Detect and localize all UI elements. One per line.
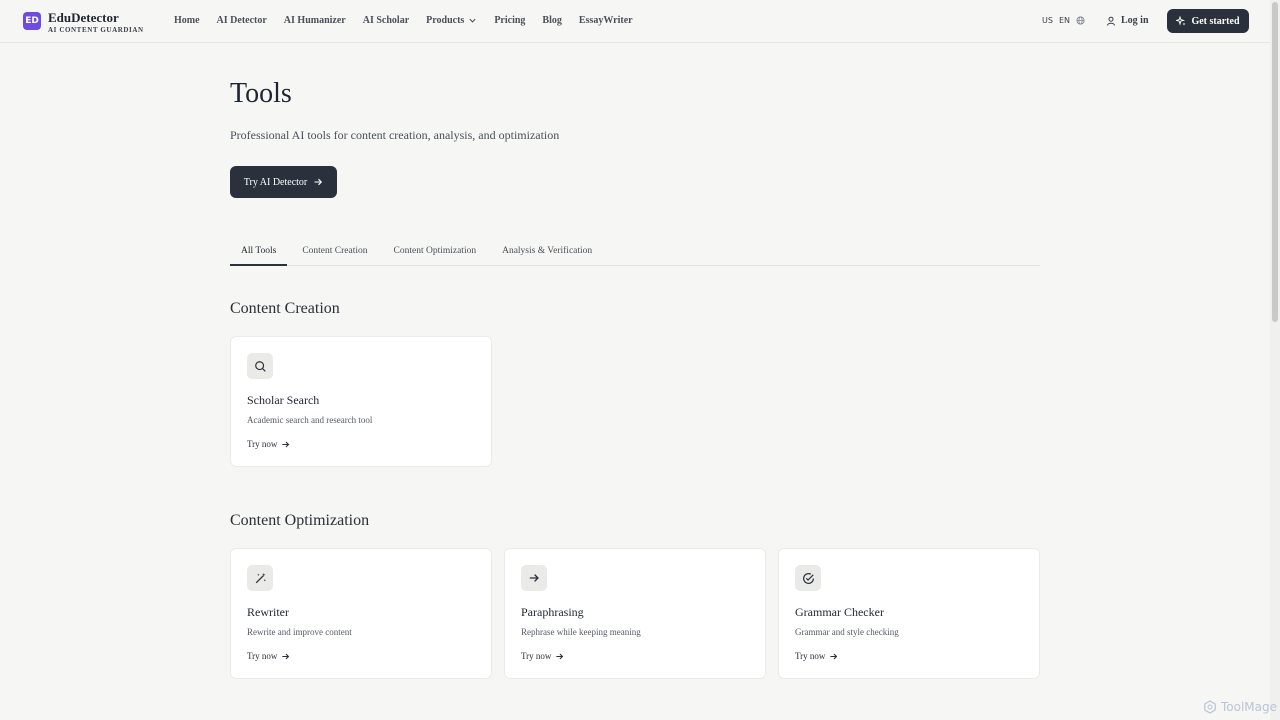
section-title-content-optimization: Content Optimization bbox=[230, 512, 370, 529]
card-description: Rewrite and improve content bbox=[247, 627, 352, 637]
nav-label: Blog bbox=[542, 15, 562, 26]
try-now-label: Try now bbox=[247, 439, 278, 449]
nav-ai-humanizer[interactable]: AI Humanizer bbox=[284, 15, 346, 26]
brand-tagline: AI CONTENT GUARDIAN bbox=[48, 26, 144, 34]
page-title: Tools bbox=[230, 78, 292, 109]
tool-card-paraphrasing[interactable]: Paraphrasing Rephrase while keeping mean… bbox=[504, 548, 766, 679]
nav-essaywriter[interactable]: EssayWriter bbox=[579, 15, 633, 26]
card-description: Grammar and style checking bbox=[795, 627, 899, 637]
nav-pricing[interactable]: Pricing bbox=[494, 15, 525, 26]
try-now-link[interactable]: Try now bbox=[247, 439, 290, 449]
try-ai-detector-button[interactable]: Try AI Detector bbox=[230, 166, 337, 198]
nav-label: AI Detector bbox=[216, 15, 267, 26]
main-nav: Home AI Detector AI Humanizer AI Scholar… bbox=[174, 15, 650, 26]
card-title: Scholar Search bbox=[247, 393, 320, 407]
search-icon bbox=[247, 353, 273, 379]
cta-label: Try AI Detector bbox=[243, 176, 308, 188]
nav-label: EssayWriter bbox=[578, 15, 633, 26]
logo-badge[interactable]: ED bbox=[23, 12, 41, 30]
language-selector[interactable]: US EN bbox=[1042, 16, 1085, 25]
language-code: EN bbox=[1058, 16, 1070, 25]
login-label: Log in bbox=[1121, 15, 1149, 26]
card-title: Grammar Checker bbox=[795, 605, 884, 619]
card-description: Rephrase while keeping meaning bbox=[521, 627, 641, 637]
try-now-label: Try now bbox=[795, 651, 826, 661]
arrow-right-icon bbox=[282, 653, 290, 659]
try-now-label: Try now bbox=[521, 651, 552, 661]
nav-home[interactable]: Home bbox=[174, 15, 200, 26]
watermark: ToolMage bbox=[1203, 700, 1277, 714]
user-icon bbox=[1107, 16, 1115, 26]
arrow-right-icon bbox=[521, 565, 547, 591]
tool-card-scholar-search[interactable]: Scholar Search Academic search and resea… bbox=[230, 336, 492, 467]
nav-blog[interactable]: Blog bbox=[542, 15, 561, 26]
arrow-right-icon bbox=[314, 178, 323, 186]
nav-label: AI Humanizer bbox=[283, 15, 346, 26]
page-subtitle: Professional AI tools for content creati… bbox=[230, 128, 560, 142]
brand-name[interactable]: EduDetector bbox=[48, 10, 119, 26]
tool-category-tabs: All Tools Content Creation Content Optim… bbox=[230, 238, 1040, 266]
nav-label: AI Scholar bbox=[362, 15, 410, 26]
magic-wand-icon bbox=[247, 565, 273, 591]
try-now-link[interactable]: Try now bbox=[247, 651, 290, 661]
scrollbar-thumb[interactable] bbox=[1272, 2, 1278, 322]
nav-label: Products bbox=[426, 15, 465, 26]
try-now-link[interactable]: Try now bbox=[521, 651, 564, 661]
arrow-right-icon bbox=[556, 653, 564, 659]
globe-icon bbox=[1076, 16, 1085, 25]
card-description: Academic search and research tool bbox=[247, 415, 373, 425]
card-title: Rewriter bbox=[247, 605, 289, 619]
tab-content-creation[interactable]: Content Creation bbox=[291, 238, 378, 266]
try-now-link[interactable]: Try now bbox=[795, 651, 838, 661]
tool-card-grammar-checker[interactable]: Grammar Checker Grammar and style checki… bbox=[778, 548, 1040, 679]
login-button[interactable]: Log in bbox=[1106, 15, 1149, 26]
nav-ai-scholar[interactable]: AI Scholar bbox=[363, 15, 409, 26]
nav-label: Home bbox=[174, 15, 200, 26]
try-now-label: Try now bbox=[247, 651, 278, 661]
hexagon-logo-icon bbox=[1204, 700, 1216, 714]
tab-all-tools[interactable]: All Tools bbox=[230, 238, 288, 266]
check-circle-icon bbox=[795, 565, 821, 591]
get-started-label: Get started bbox=[1191, 15, 1240, 27]
arrow-right-icon bbox=[282, 441, 290, 447]
section-title-content-creation: Content Creation bbox=[230, 300, 340, 317]
page-scrollbar[interactable] bbox=[1270, 0, 1280, 720]
region-code: US bbox=[1042, 16, 1053, 25]
nav-label: Pricing bbox=[494, 15, 526, 26]
get-started-button[interactable]: Get started bbox=[1167, 9, 1249, 33]
watermark-text: ToolMage bbox=[1221, 700, 1278, 714]
chevron-down-icon bbox=[469, 18, 476, 23]
arrow-right-icon bbox=[830, 653, 838, 659]
tab-content-optimization[interactable]: Content Optimization bbox=[383, 238, 488, 266]
tool-card-rewriter[interactable]: Rewriter Rewrite and improve content Try… bbox=[230, 548, 492, 679]
nav-ai-detector[interactable]: AI Detector bbox=[217, 15, 267, 26]
card-title: Paraphrasing bbox=[521, 605, 584, 619]
sparkle-icon bbox=[1176, 16, 1186, 26]
top-navbar: ED EduDetector AI CONTENT GUARDIAN Home … bbox=[0, 0, 1270, 43]
nav-products-dropdown[interactable]: Products bbox=[426, 15, 477, 26]
tab-analysis-verification[interactable]: Analysis & Verification bbox=[491, 238, 603, 266]
